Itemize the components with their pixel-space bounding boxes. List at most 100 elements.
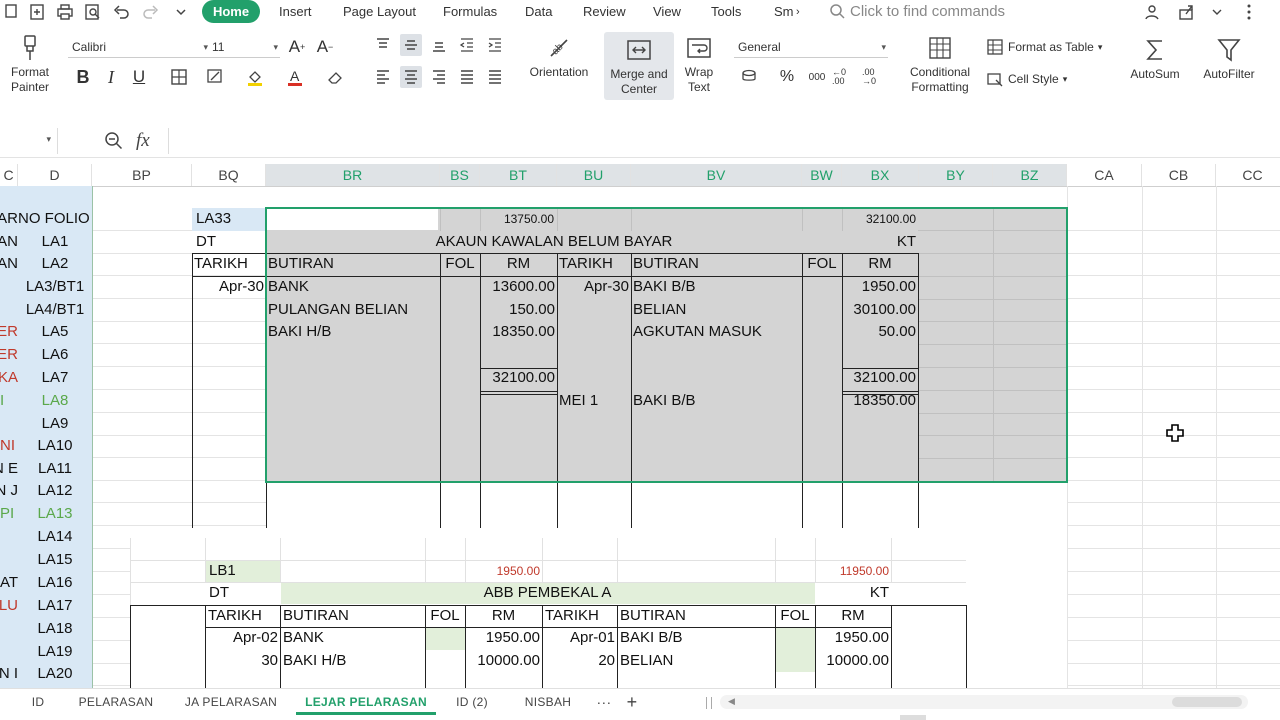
copy-icon[interactable]: [2, 1, 24, 23]
increase-font-icon[interactable]: A +: [286, 36, 308, 58]
column-header[interactable]: CB: [1142, 164, 1216, 186]
scrollbar-thumb[interactable]: [1172, 697, 1242, 707]
column-header[interactable]: CA: [1067, 164, 1142, 186]
gridline: [280, 538, 281, 582]
orientation-button[interactable]: ab Orientation: [524, 34, 594, 80]
underline-icon[interactable]: U: [128, 66, 150, 88]
cell-style-icon: [987, 73, 1003, 87]
command-search[interactable]: Click to find commands: [828, 1, 1048, 21]
sheet-tab-id[interactable]: ID: [20, 689, 56, 715]
increase-decimal-button[interactable]: ←0 .00: [832, 66, 860, 88]
percent-button[interactable]: %: [776, 66, 798, 88]
ledger2-column-line: [966, 605, 967, 688]
conditional-formatting-button[interactable]: Conditional Formatting: [904, 34, 976, 95]
gridline: [1067, 640, 1280, 641]
autofilter-button[interactable]: AutoFilter: [1194, 36, 1264, 82]
column-header[interactable]: BQ: [192, 164, 266, 186]
more-sheets-button[interactable]: ···: [592, 689, 616, 715]
add-sheet-button[interactable]: +: [620, 689, 644, 715]
tab-splitter-handle[interactable]: [706, 697, 712, 709]
export-icon[interactable]: [26, 1, 48, 23]
align-top-icon[interactable]: [372, 34, 394, 56]
column-header[interactable]: BZ: [993, 164, 1067, 186]
number-format-select[interactable]: General ▾: [734, 36, 888, 58]
currency-icon[interactable]: [738, 66, 760, 88]
column-header[interactable]: BS: [440, 164, 480, 186]
format-as-table-button[interactable]: Format as Table ▾: [986, 38, 1102, 56]
decrease-font-icon[interactable]: A −: [314, 36, 336, 58]
column-header[interactable]: BR: [266, 164, 440, 186]
tab-smart[interactable]: Sm: [774, 3, 794, 21]
cell-style-button[interactable]: Cell Style ▾: [986, 70, 1067, 88]
formula-input[interactable]: [168, 128, 1280, 154]
selection-border[interactable]: [265, 207, 1068, 483]
scroll-left-icon[interactable]: ◀: [728, 696, 735, 707]
sheet-tab-nisbah[interactable]: NISBAH: [518, 689, 578, 715]
tab-tools[interactable]: Tools: [711, 3, 741, 21]
distributed-icon[interactable]: [484, 66, 506, 88]
thousands-button[interactable]: 000: [804, 66, 830, 88]
tab-insert[interactable]: Insert: [279, 3, 312, 21]
fill-color-icon[interactable]: [244, 66, 266, 88]
column-header[interactable]: BW: [802, 164, 842, 186]
align-bottom-icon[interactable]: [428, 34, 450, 56]
dropdown-chevron-icon[interactable]: [1206, 1, 1228, 23]
tab-scroll-right-icon[interactable]: ›: [796, 3, 800, 21]
sheet-tab-id-2[interactable]: ID (2): [448, 689, 496, 715]
autosum-button[interactable]: AutoSum: [1122, 36, 1188, 82]
column-header[interactable]: CC: [1216, 164, 1280, 186]
spreadsheet-grid[interactable]: C D BP BQ BR BS BT BU BV BW BX BY BZ CA CB CC AR AN AN ER ER…: [0, 164, 1280, 688]
merge-center-button[interactable]: Merge and Center: [604, 32, 674, 100]
tab-formulas[interactable]: Formulas: [443, 3, 497, 21]
sheet-tab-ja-pelarasan[interactable]: JA PELARASAN: [180, 689, 282, 715]
column-header[interactable]: BU: [557, 164, 631, 186]
font-name-select[interactable]: Calibri ▾: [68, 36, 210, 58]
filter-icon: [1217, 39, 1241, 62]
sheet-tab-pelarasan[interactable]: PELARASAN: [74, 689, 158, 715]
tab-page-layout[interactable]: Page Layout: [343, 3, 416, 21]
column-header[interactable]: BV: [631, 164, 802, 186]
tab-view[interactable]: View: [653, 3, 681, 21]
font-size-select[interactable]: 11 ▾: [208, 36, 280, 58]
more-options-icon[interactable]: [1238, 1, 1260, 23]
wrap-text-button[interactable]: Wrap Text: [678, 34, 720, 95]
fx-icon[interactable]: fx: [136, 130, 150, 152]
format-painter-button[interactable]: Format Painter: [6, 34, 54, 95]
align-left-icon[interactable]: [372, 66, 394, 88]
quick-access-chevron-icon[interactable]: [170, 1, 192, 23]
decrease-decimal-button[interactable]: .00 →0: [862, 66, 890, 88]
undo-icon[interactable]: [110, 1, 132, 23]
horizontal-scrollbar[interactable]: ◀: [720, 695, 1248, 709]
bold-icon[interactable]: B: [72, 66, 94, 88]
column-header[interactable]: BT: [480, 164, 557, 186]
redo-icon[interactable]: [140, 1, 162, 23]
align-center-icon[interactable]: [400, 66, 422, 88]
cell-format-icon[interactable]: [204, 66, 226, 88]
decrease-indent-icon[interactable]: [456, 34, 478, 56]
name-box[interactable]: ▾: [0, 128, 58, 154]
align-right-icon[interactable]: [428, 66, 450, 88]
column-header[interactable]: BY: [919, 164, 993, 186]
tab-review[interactable]: Review: [583, 3, 626, 21]
tab-data[interactable]: Data: [525, 3, 552, 21]
print-icon[interactable]: [54, 1, 76, 23]
borders-icon[interactable]: [168, 66, 190, 88]
column-header[interactable]: D: [18, 164, 92, 186]
share-user-icon[interactable]: [1142, 1, 1164, 23]
zoom-search-icon[interactable]: [104, 131, 124, 151]
clear-eraser-icon[interactable]: [324, 66, 346, 88]
tab-home[interactable]: Home: [202, 0, 260, 23]
column-header[interactable]: C: [0, 164, 18, 186]
increase-indent-icon[interactable]: [484, 34, 506, 56]
sheet-tab-lejar-pelarasan[interactable]: LEJAR PELARASAN: [296, 689, 436, 715]
column-header[interactable]: BP: [92, 164, 192, 186]
upload-icon[interactable]: [1176, 1, 1198, 23]
gridline: [1067, 343, 1280, 344]
print-preview-icon[interactable]: [82, 1, 104, 23]
italic-icon[interactable]: I: [100, 66, 122, 88]
font-color-icon[interactable]: A: [284, 66, 306, 88]
align-middle-icon[interactable]: [400, 34, 422, 56]
folio-item: LA19: [37, 643, 73, 660]
column-header[interactable]: BX: [842, 164, 919, 186]
justify-icon[interactable]: [456, 66, 478, 88]
